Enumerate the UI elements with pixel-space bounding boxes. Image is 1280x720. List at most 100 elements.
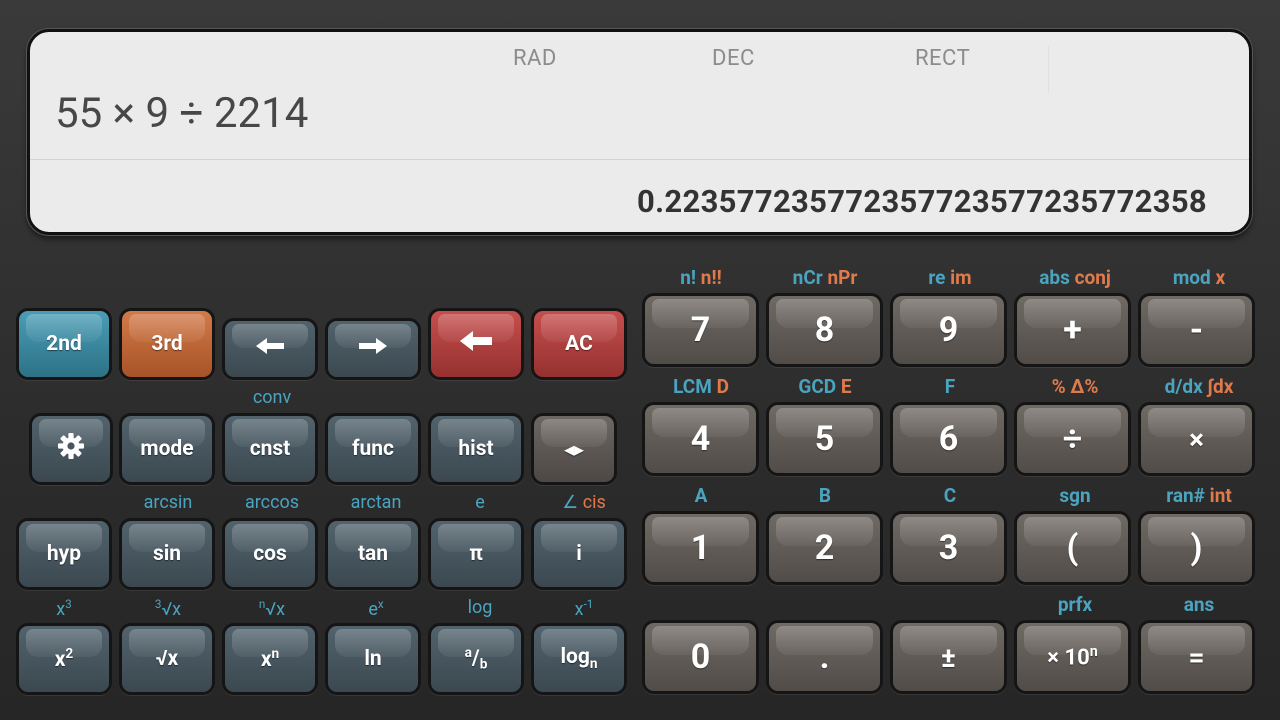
func-button[interactable]: func <box>325 413 421 485</box>
fraction-button[interactable]: a/b <box>428 623 524 695</box>
digit-7-label: 7 <box>690 310 711 350</box>
digit-7-button[interactable]: 7 <box>642 293 759 367</box>
percent-label: % <box>1051 375 1066 398</box>
mod-x-label: x <box>1215 266 1226 289</box>
digit-2-button[interactable]: 2 <box>766 511 883 585</box>
square-button[interactable]: x2 <box>16 623 112 695</box>
plus-minus-label: ± <box>940 640 957 674</box>
third-function-button[interactable]: 3rd <box>119 308 215 380</box>
digit-0-label: 0 <box>690 637 711 677</box>
settings-button[interactable] <box>29 413 113 485</box>
ln-button[interactable]: ln <box>325 623 421 695</box>
double-factorial-label: n!! <box>700 266 722 289</box>
frac-den: b <box>479 656 488 673</box>
third-label: 3rd <box>151 332 183 356</box>
npr-label: nPr <box>827 266 858 289</box>
tan-secondary-label: arctan <box>350 492 402 513</box>
log-n-label: logn <box>560 645 597 672</box>
log-base-text: log <box>560 645 590 670</box>
digit-8-button[interactable]: 8 <box>766 293 883 367</box>
i-label: i <box>576 542 582 566</box>
decimal-point-button[interactable]: . <box>766 620 883 694</box>
sin-button[interactable]: sin <box>119 518 215 590</box>
cursor-right-button[interactable] <box>325 318 421 380</box>
five-secondary-label: GCD E <box>798 375 851 398</box>
logn-secondary-label: x-1 <box>575 597 594 620</box>
divide-button[interactable]: ÷ <box>1014 402 1131 476</box>
digit-1-label: 1 <box>690 528 711 568</box>
all-clear-button[interactable]: AC <box>531 308 627 380</box>
three-secondary-label: C <box>943 484 957 507</box>
exp-exponent: x <box>377 597 384 611</box>
hyp-label: hyp <box>46 542 82 566</box>
sin-secondary-label: arcsin <box>143 492 193 513</box>
close-paren-button[interactable]: ) <box>1138 511 1255 585</box>
cis-label: cis <box>582 492 606 513</box>
derivative-label: d/dx <box>1164 375 1203 398</box>
gear-icon <box>57 432 85 466</box>
mode-button[interactable]: mode <box>119 413 215 485</box>
inverse-base: x <box>574 599 584 620</box>
second-function-button[interactable]: 2nd <box>16 308 112 380</box>
cursor-left-button[interactable] <box>222 318 318 380</box>
six-secondary-label: F <box>944 375 956 398</box>
backspace-button[interactable] <box>428 308 524 380</box>
plus-minus-button[interactable]: ± <box>890 620 1007 694</box>
left-right-arrows-icon: ◂▸ <box>563 437 585 461</box>
backspace-icon <box>458 329 494 359</box>
digit-3-button[interactable]: 3 <box>890 511 1007 585</box>
power-secondary-label: n√x <box>259 597 285 620</box>
mod-label: mod <box>1172 266 1211 289</box>
hyp-button[interactable]: hyp <box>16 518 112 590</box>
number-base-indicator: DEC <box>712 46 755 71</box>
digit-5-label: 5 <box>814 419 835 459</box>
plus-button[interactable]: + <box>1014 293 1131 367</box>
cos-secondary-label: arccos <box>244 492 300 513</box>
exp-base: e <box>368 599 378 620</box>
plus-secondary-label: abs conj <box>1039 266 1111 289</box>
cbrt-index: 3 <box>154 597 162 611</box>
cnst-button[interactable]: cnst <box>222 413 318 485</box>
digit-4-button[interactable]: 4 <box>642 402 759 476</box>
sqrt-button[interactable]: √x <box>119 623 215 695</box>
digit-9-button[interactable]: 9 <box>890 293 1007 367</box>
int-label: int <box>1209 484 1232 507</box>
func-label: func <box>352 437 394 461</box>
digit-5-button[interactable]: 5 <box>766 402 883 476</box>
two-secondary-label: B <box>818 484 832 507</box>
arrow-right-icon <box>357 336 389 362</box>
minus-button[interactable]: - <box>1138 293 1255 367</box>
factorial-label: n! <box>680 266 697 289</box>
keyboard-switch-button[interactable]: ◂▸ <box>531 413 617 485</box>
open-paren-button[interactable]: ( <box>1014 511 1131 585</box>
times-ten-power-button[interactable]: × 10n <box>1014 620 1131 694</box>
multiply-button[interactable]: × <box>1138 402 1255 476</box>
coord-mode-indicator: RECT <box>915 46 971 71</box>
digit-6-label: 6 <box>938 419 959 459</box>
digit-0-button[interactable]: 0 <box>642 620 759 694</box>
frac-num: a <box>464 645 472 662</box>
power-button[interactable]: xn <box>222 623 318 695</box>
digit-1-button[interactable]: 1 <box>642 511 759 585</box>
close-paren-label: ) <box>1190 528 1203 568</box>
cnst-secondary-label: conv <box>252 387 292 408</box>
equals-button[interactable]: = <box>1138 620 1255 694</box>
hist-button[interactable]: hist <box>428 413 524 485</box>
cos-button[interactable]: cos <box>222 518 318 590</box>
imaginary-i-button[interactable]: i <box>531 518 627 590</box>
eight-secondary-label: nCr nPr <box>793 266 858 289</box>
log-n-button[interactable]: logn <box>531 623 627 695</box>
conj-label: conj <box>1074 266 1111 289</box>
multiply-secondary-label: d/dx ∫dx <box>1165 375 1234 398</box>
digit-6-button[interactable]: 6 <box>890 402 1007 476</box>
sin-label: sin <box>152 542 182 566</box>
power-base: x <box>260 648 272 672</box>
random-label: ran# <box>1166 484 1205 507</box>
pi-button[interactable]: π <box>428 518 524 590</box>
i-secondary-label: ∠ cis <box>562 492 606 513</box>
digit-9-label: 9 <box>938 310 959 350</box>
expression-input[interactable]: 55 × 9 ÷ 2214 <box>55 89 308 138</box>
pi-label: π <box>469 542 483 566</box>
percent-change-label: Δ% <box>1070 375 1099 398</box>
tan-button[interactable]: tan <box>325 518 421 590</box>
